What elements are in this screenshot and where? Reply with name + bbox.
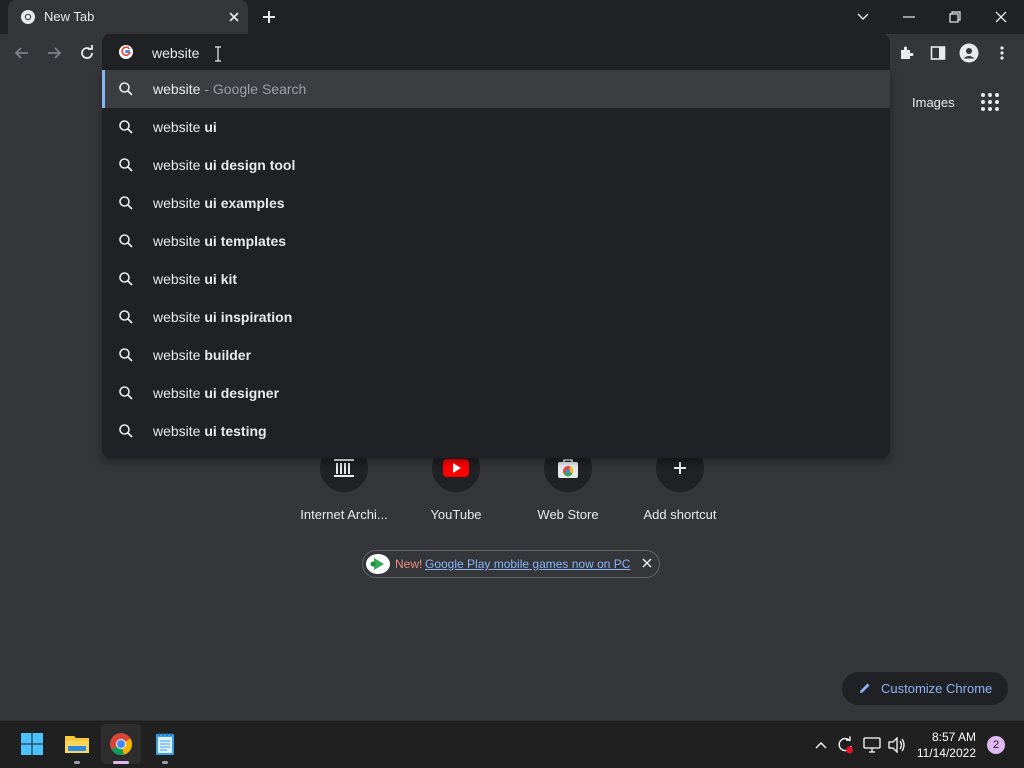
google-play-games-icon [366,554,390,574]
tab-search-chevron-icon[interactable] [843,4,883,30]
omnibox-suggestion[interactable]: website - Google Search [102,70,890,108]
suggestion-text: website ui examples [153,195,285,211]
chrome-active-indicator [113,761,129,764]
search-icon [119,234,133,248]
show-hidden-icons-chevron-icon[interactable] [812,736,830,754]
selection-indicator [102,70,105,108]
chrome-taskbar-icon[interactable] [101,724,141,764]
omnibox-suggestion[interactable]: website ui testing [102,412,890,450]
file-explorer-icon[interactable] [57,724,97,764]
suggestion-text: website ui inspiration [153,309,293,325]
clock-date[interactable]: 11/14/2022 [914,746,976,760]
pencil-icon [860,683,870,693]
forward-arrow-icon[interactable] [43,42,65,64]
new-tab-plus-icon[interactable] [258,6,280,28]
omnibox-suggestion[interactable]: website ui [102,108,890,146]
suggestion-text: website ui testing [153,423,267,439]
promo-link[interactable]: Google Play mobile games now on PC [425,557,630,571]
suggestion-text: website - Google Search [153,81,307,97]
search-icon [119,386,133,400]
omnibox-suggestion[interactable]: website ui templates [102,222,890,260]
search-icon [119,82,133,96]
promo-new-label: New! [395,557,423,571]
text-cursor-icon [215,46,221,62]
suggestion-text: website ui design tool [153,157,296,173]
google-g-icon [119,45,133,59]
suggestion-text: website ui kit [153,271,238,287]
profile-avatar-icon[interactable] [958,42,980,64]
omnibox-suggestion[interactable]: website builder [102,336,890,374]
customize-chrome-label: Customize Chrome [881,681,993,696]
google-apps-grid-icon[interactable] [980,92,1000,112]
close-window-icon[interactable] [981,4,1021,30]
omnibox-suggestion[interactable]: website ui kit [102,260,890,298]
omnibox-suggestion[interactable]: website ui design tool [102,146,890,184]
omnibox-suggestion[interactable]: website ui examples [102,184,890,222]
file-explorer-indicator [74,761,80,764]
suggestion-text: website ui templates [153,233,287,249]
chrome-menu-icon[interactable] [991,42,1013,64]
back-arrow-icon[interactable] [11,42,33,64]
notepad-indicator [162,761,168,764]
search-icon [119,120,133,134]
suggestion-text: website builder [153,347,252,363]
shortcut-label: YouTube [430,507,482,522]
minimize-icon[interactable] [889,4,929,30]
omnibox-suggestion[interactable]: website ui designer [102,374,890,412]
volume-icon[interactable] [888,736,906,754]
search-icon [119,348,133,362]
chrome-favicon-icon [21,10,35,24]
images-link[interactable]: Images [912,95,955,110]
shortcut-label: Web Store [537,507,599,522]
shortcut-label: Internet Archi... [300,507,388,522]
shortcut-label: Add shortcut [643,507,717,522]
suggestion-text: website ui designer [153,385,280,401]
search-icon [119,310,133,324]
restore-icon[interactable] [935,4,975,30]
notification-badge[interactable]: 2 [987,736,1005,754]
omnibox-input[interactable]: website [152,45,203,61]
notepad-icon[interactable] [145,724,185,764]
search-icon [119,272,133,286]
windows-start-icon[interactable] [12,724,52,764]
sync-alert-icon[interactable] [836,736,854,754]
close-tab-icon[interactable] [224,7,244,27]
promo-close-icon[interactable] [640,556,654,570]
search-icon [119,158,133,172]
reload-icon[interactable] [76,42,98,64]
side-panel-icon[interactable] [927,42,949,64]
omnibox-suggestion[interactable]: website ui inspiration [102,298,890,336]
clock-time[interactable]: 8:57 AM [920,730,976,744]
extensions-puzzle-icon[interactable] [895,42,917,64]
tab-title: New Tab [44,9,95,24]
search-icon [119,424,133,438]
search-icon [119,196,133,210]
suggestion-text: website ui [153,119,217,135]
network-icon[interactable] [863,736,881,754]
tab-new-tab[interactable]: New Tab [8,0,248,34]
